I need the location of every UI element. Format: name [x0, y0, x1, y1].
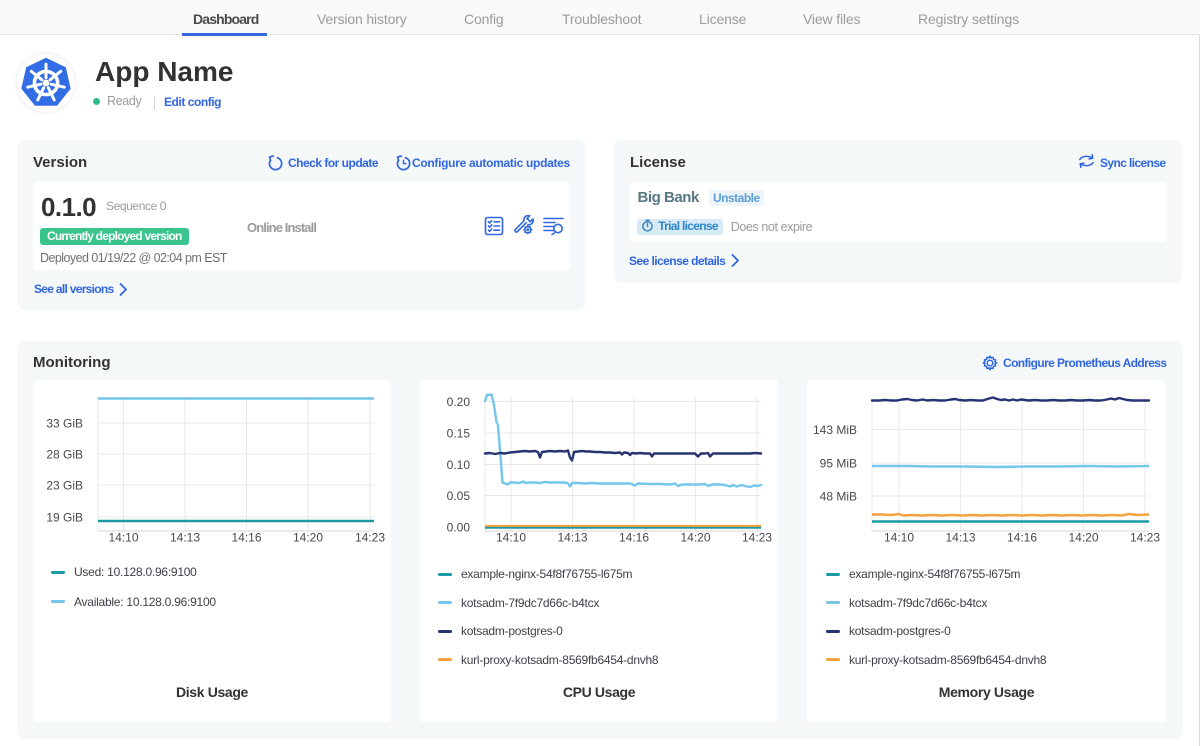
svg-text:14:13: 14:13 [557, 531, 587, 545]
svg-text:14:16: 14:16 [619, 531, 649, 545]
svg-text:28 GiB: 28 GiB [46, 448, 83, 462]
svg-text:14:10: 14:10 [496, 531, 526, 545]
svg-text:14:23: 14:23 [742, 531, 772, 545]
svg-text:0.10: 0.10 [447, 458, 471, 472]
svg-text:0.15: 0.15 [447, 427, 471, 441]
svg-text:14:23: 14:23 [355, 531, 385, 545]
svg-text:14:20: 14:20 [1068, 531, 1098, 545]
svg-text:14:13: 14:13 [170, 531, 200, 545]
svg-text:0.05: 0.05 [447, 489, 471, 503]
svg-text:0.00: 0.00 [447, 521, 471, 535]
svg-text:14:13: 14:13 [945, 531, 975, 545]
svg-text:14:23: 14:23 [1130, 531, 1160, 545]
svg-text:14:10: 14:10 [884, 531, 914, 545]
svg-text:14:16: 14:16 [231, 531, 261, 545]
svg-text:0.20: 0.20 [447, 395, 471, 409]
svg-text:23 GiB: 23 GiB [46, 479, 83, 493]
svg-text:19 GiB: 19 GiB [46, 511, 83, 525]
svg-text:48 MiB: 48 MiB [820, 490, 857, 504]
svg-text:14:20: 14:20 [680, 531, 710, 545]
svg-text:14:10: 14:10 [108, 531, 138, 545]
svg-text:14:16: 14:16 [1007, 531, 1037, 545]
svg-text:143 MiB: 143 MiB [813, 423, 857, 437]
svg-text:33 GiB: 33 GiB [46, 417, 83, 431]
svg-text:95 MiB: 95 MiB [820, 457, 857, 471]
svg-text:14:20: 14:20 [293, 531, 323, 545]
